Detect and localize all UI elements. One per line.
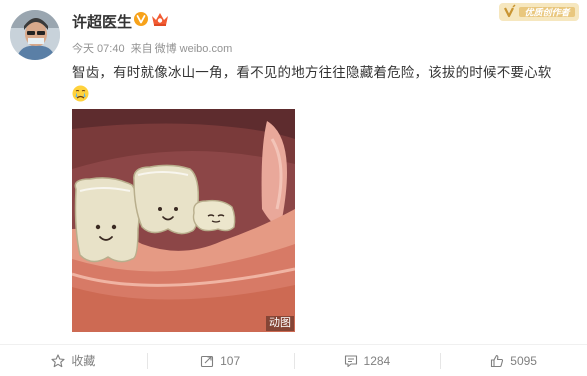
weibo-post-card: 许超医生 今天 07:40 来自 微博 weibo.com 优质创作者 智齿，有时就… xyxy=(0,0,587,375)
crying-face-icon xyxy=(72,85,89,102)
post-time[interactable]: 今天 07:40 xyxy=(72,43,125,55)
verified-badge-icon xyxy=(134,12,148,26)
wisdom-tooth-illustration xyxy=(72,109,295,332)
comment-count: 1284 xyxy=(363,353,391,368)
avatar[interactable] xyxy=(10,10,60,60)
member-crown-icon[interactable] xyxy=(151,11,169,27)
vip-tag-label: 优质创作者 xyxy=(524,8,571,19)
thumbs-up-icon xyxy=(491,354,504,367)
like-count: 5095 xyxy=(510,353,537,368)
comment-button[interactable]: 1284 xyxy=(293,345,441,376)
repost-icon xyxy=(201,355,214,367)
post-text-body: 智齿，有时就像冰山一角，看不见的地方往往隐藏着危险，该拔的时候不要心软 xyxy=(72,65,552,80)
post-text: 智齿，有时就像冰山一角，看不见的地方往往隐藏着危险，该拔的时候不要心软 xyxy=(72,62,577,106)
comment-icon xyxy=(344,354,357,367)
post-meta: 今天 07:40 来自 微博 weibo.com xyxy=(72,40,238,56)
like-button[interactable]: 5095 xyxy=(440,345,587,376)
repost-button[interactable]: 107 xyxy=(146,345,294,376)
post-source[interactable]: 微博 weibo.com xyxy=(155,43,233,55)
favorite-button[interactable]: 收藏 xyxy=(0,345,147,376)
favorite-label: 收藏 xyxy=(71,354,96,368)
star-icon xyxy=(51,353,65,367)
repost-count: 107 xyxy=(220,353,241,368)
quality-creator-badge[interactable]: 优质创作者 xyxy=(499,2,579,22)
animated-badge: 动图 xyxy=(266,316,294,331)
author-name[interactable]: 许超医生 xyxy=(72,11,132,32)
action-bar: 收藏 107 1284 5095 xyxy=(0,344,587,376)
source-prefix: 来自 xyxy=(130,43,153,55)
post-animated-image[interactable]: 动图 xyxy=(72,109,295,332)
